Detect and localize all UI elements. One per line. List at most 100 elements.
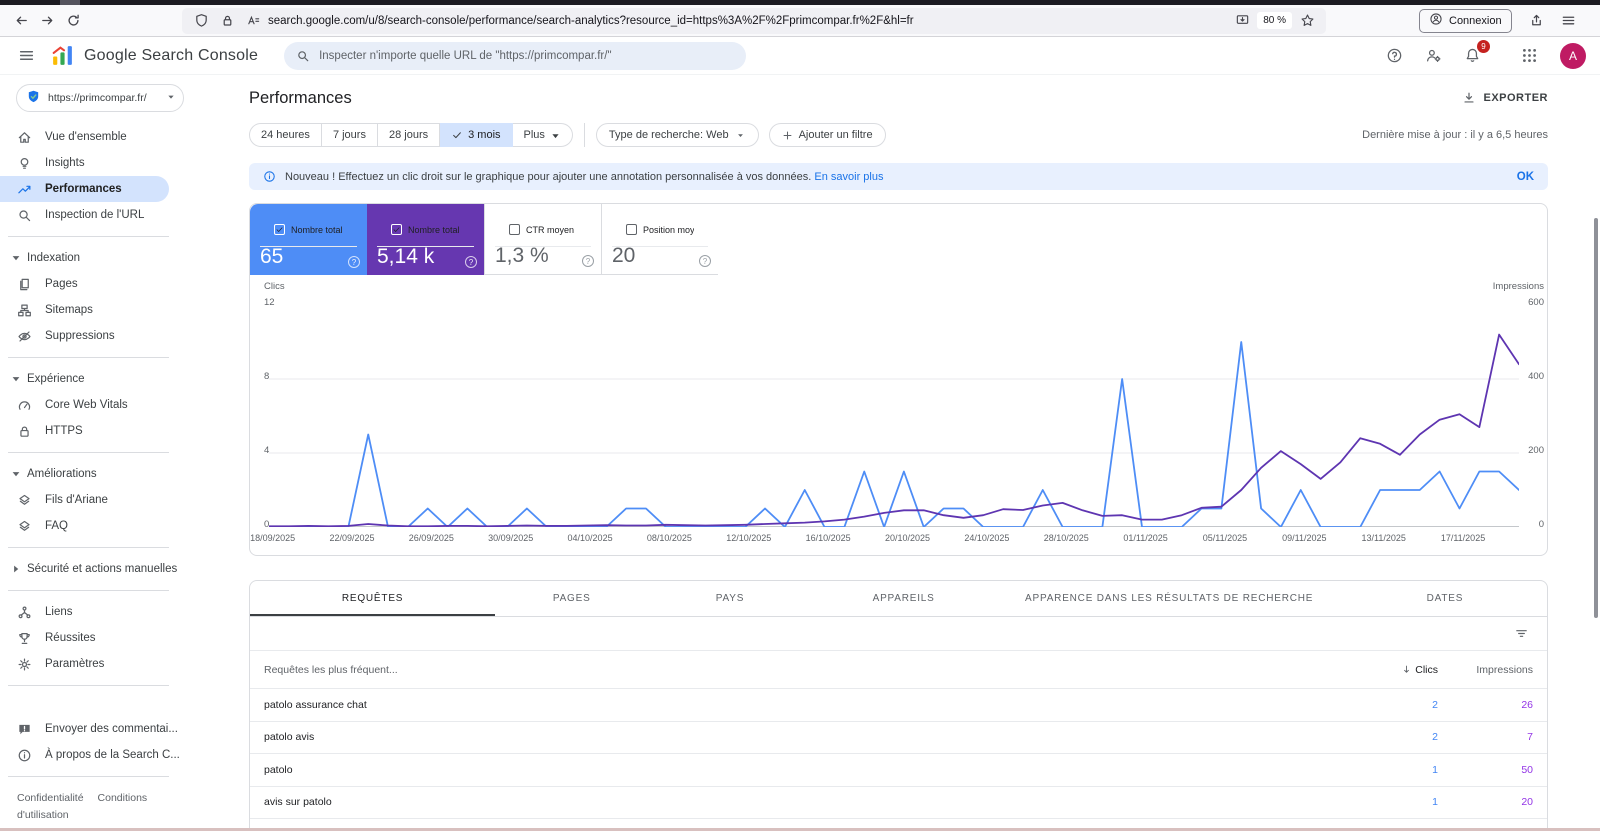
user-settings-icon[interactable] [1421,44,1445,68]
sidebar-section-ameliorations[interactable]: Améliorations [0,461,248,487]
sidebar-footer-a-propos-de-la-search-c[interactable]: À propos de la Search C... [0,742,248,768]
query-column-header[interactable]: Requêtes les plus fréquent... [264,664,1288,676]
checked-checkbox[interactable] [274,224,285,235]
footer-item-label: Envoyer des commentai... [45,723,178,735]
date-range-28-jours[interactable]: 28 jours [378,123,440,147]
search-placeholder: Inspecter n'importe quelle URL de "https… [319,50,611,62]
sidebar-item-core-web-vitals[interactable]: Core Web Vitals [0,392,248,418]
divider [584,123,585,147]
unchecked-checkbox[interactable] [509,224,520,235]
nav-menu-icon[interactable] [14,44,38,68]
table-row[interactable]: patolo assurance chat226 [250,689,1547,722]
sidebar-item-https[interactable]: HTTPS [0,418,248,444]
date-tick: 09/11/2025 [1282,533,1326,543]
sidebar-section-indexation[interactable]: Indexation [0,245,248,271]
tab-pages[interactable]: PAGES [495,581,648,616]
connexion-button[interactable]: Connexion [1419,9,1512,33]
bookmark-star-icon[interactable] [1296,10,1318,32]
permissions-icon[interactable] [242,10,264,32]
date-tick: 18/09/2025 [250,533,295,543]
metric-tile-nombre-total-de-c[interactable]: Nombre total de c...65? [250,204,367,275]
share-icon[interactable] [1524,8,1550,34]
help-icon[interactable]: ? [348,256,360,268]
tab-appareils[interactable]: APPAREILS [812,581,996,616]
save-page-icon[interactable] [1231,10,1253,32]
sidebar-item-liens[interactable]: Liens [0,599,248,625]
tab-pays[interactable]: PAYS [648,581,811,616]
metric-label: CTR moyen [526,225,574,235]
help-icon[interactable]: ? [582,255,594,267]
metric-tile-position-moyenne[interactable]: Position moyenne20? [601,204,718,275]
tracking-shield-icon[interactable] [190,10,212,32]
page-scrollbar[interactable] [1594,218,1598,618]
export-button[interactable]: EXPORTER [1462,91,1548,105]
reload-icon[interactable] [60,8,86,34]
sidebar-item-pages[interactable]: Pages [0,271,248,297]
checked-checkbox[interactable] [391,224,402,235]
metric-tile-ctr-moyen[interactable]: CTR moyen1,3 %? [484,204,601,275]
date-range-3-mois[interactable]: 3 mois [440,123,512,147]
tab-requetes[interactable]: REQUÊTES [250,581,495,616]
help-icon[interactable] [1382,44,1406,68]
chart-plot[interactable] [269,305,1519,527]
sidebar-item-faq[interactable]: FAQ [0,513,248,539]
url-text[interactable]: search.google.com/u/8/search-console/per… [268,15,1227,27]
add-filter-button[interactable]: Ajouter un filtre [769,123,886,147]
zoom-level-badge[interactable]: 80 % [1257,12,1292,29]
axis-tick: 200 [1528,445,1544,456]
impressions-column-header[interactable]: Impressions [1438,664,1533,676]
performance-chart[interactable]: Clics12840 Impressions6004002000 18/09/2… [250,275,1547,555]
apps-grid-icon[interactable] [1517,44,1541,68]
forward-icon[interactable] [34,8,60,34]
date-range-24-heures[interactable]: 24 heures [249,123,322,147]
help-icon[interactable]: ? [699,255,711,267]
info-icon [263,170,276,183]
help-icon[interactable]: ? [465,256,477,268]
annotation-banner: Nouveau ! Effectuez un clic droit sur le… [249,163,1548,190]
account-avatar[interactable]: A [1560,43,1586,69]
axis-title: Clics [264,281,285,292]
sidebar-item-sitemaps[interactable]: Sitemaps [0,297,248,323]
sidebar-item-vue-d-ensemble[interactable]: Vue d'ensemble [0,124,248,150]
sidebar-item-insights[interactable]: Insights [0,150,248,176]
sidebar-item-performances[interactable]: Performances [0,176,169,202]
search-type-filter[interactable]: Type de recherche: Web [596,123,759,147]
property-selector[interactable]: https://primcompar.fr/ [16,84,184,112]
sidebar-item-label: FAQ [45,520,68,532]
sidebar-footer-envoyer-des-commentai[interactable]: Envoyer des commentai... [0,716,248,742]
property-shield-icon [26,89,41,107]
sidebar-item-inspection-de-l-url[interactable]: Inspection de l'URL [0,202,248,228]
sidebar-item-parametres[interactable]: Paramètres [0,651,248,677]
metric-tile-nombre-total-d-im[interactable]: Nombre total d'im...5,14 k? [367,204,484,275]
date-tick: 01/11/2025 [1123,533,1167,543]
notifications-bell-icon[interactable]: 9 [1460,44,1484,68]
sidebar-item-reussites[interactable]: Réussites [0,625,248,651]
sidebar-section-experience[interactable]: Expérience [0,366,248,392]
sidebar-item-suppressions[interactable]: Suppressions [0,323,248,349]
sidebar-item-fils-d-ariane[interactable]: Fils d'Ariane [0,487,248,513]
sidebar-nav: Vue d'ensembleInsightsPerformancesInspec… [0,124,248,686]
clics-column-header[interactable]: Clics [1288,664,1438,676]
browser-menu-icon[interactable] [1556,8,1582,34]
url-bar[interactable]: search.google.com/u/8/search-console/per… [182,8,1326,34]
lock-icon[interactable] [216,10,238,32]
date-tick: 16/10/2025 [806,533,851,543]
date-range-7-jours[interactable]: 7 jours [322,123,378,147]
back-icon[interactable] [8,8,34,34]
filter-list-icon[interactable] [1514,626,1529,641]
date-range-plus[interactable]: Plus [513,123,573,147]
unchecked-checkbox[interactable] [626,224,637,235]
divider [8,776,169,777]
learn-more-link[interactable]: En savoir plus [814,171,883,183]
table-row[interactable]: avis sur patolo120 [250,787,1547,820]
table-row[interactable]: patolo avis27 [250,722,1547,755]
privacy-link[interactable]: Confidentialité [17,792,84,804]
tab-dates[interactable]: DATES [1343,581,1547,616]
banner-ok-button[interactable]: OK [1517,171,1534,183]
table-row[interactable]: patolo150 [250,754,1547,787]
tab-apparence-dans-les-resultats-de-recherche[interactable]: APPARENCE DANS LES RÉSULTATS DE RECHERCH… [996,581,1343,616]
sidebar-section-securite-et-actions-manuelles[interactable]: Sécurité et actions manuelles [0,556,248,582]
divider [8,236,169,237]
url-inspection-searchbar[interactable]: Inspecter n'importe quelle URL de "https… [284,42,746,70]
impressions-cell: 20 [1438,796,1533,808]
